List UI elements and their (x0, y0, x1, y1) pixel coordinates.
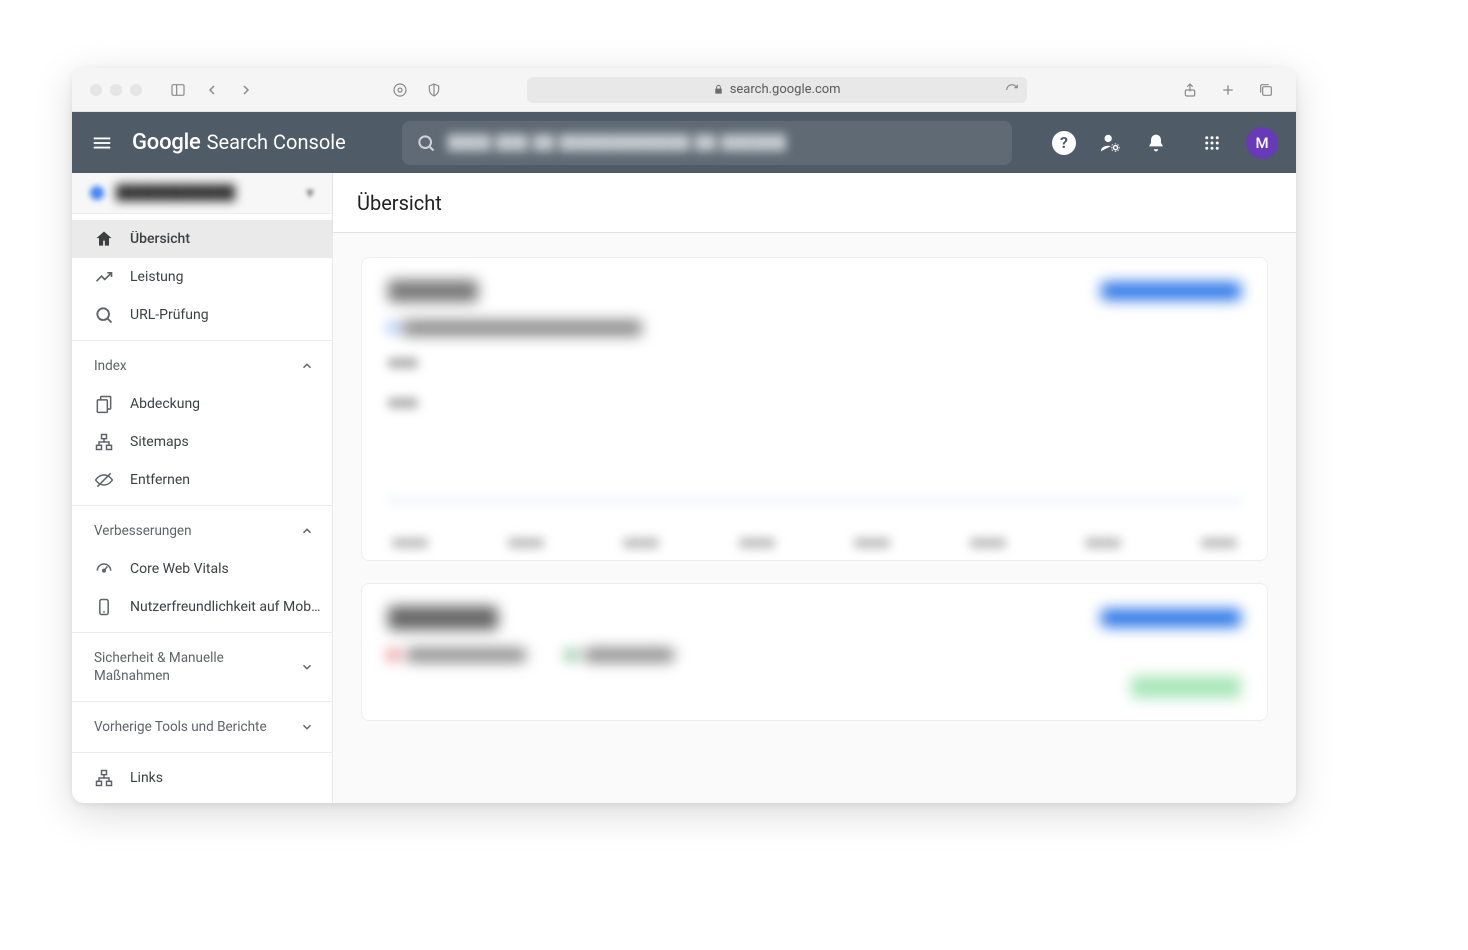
performance-card-blurred (361, 257, 1268, 561)
sitemap-icon (94, 432, 114, 452)
privacy-report-icon[interactable] (388, 78, 412, 102)
help-icon[interactable]: ? (1052, 131, 1076, 155)
sidebar-item-label: Links (130, 770, 322, 786)
google-wordmark: Google (132, 130, 201, 155)
product-name: Search Console (207, 130, 346, 154)
sidebar-item-links[interactable]: Links (72, 759, 332, 797)
search-placeholder-blurred: ████ ███ ██ ████████████ ██ ██████ (448, 134, 787, 151)
chevron-down-icon (300, 720, 314, 734)
sidebar: ████████████ ▾ Übersicht (72, 173, 333, 803)
tabs-overview-icon[interactable] (1254, 78, 1278, 102)
apps-grid-icon[interactable] (1200, 131, 1224, 155)
sidebar-item-label: Übersicht (130, 231, 322, 247)
property-name-blurred: ████████████ (116, 184, 294, 201)
page-title-bar: Übersicht (333, 173, 1296, 233)
sidebar-item-label: Leistung (130, 269, 322, 285)
nav-heading-index[interactable]: Index (72, 347, 332, 385)
sidebar-item-label: Sitemaps (130, 434, 322, 450)
close-window-icon[interactable] (90, 84, 102, 96)
sidebar-item-url-inspection[interactable]: URL-Prüfung (72, 296, 332, 334)
main-content (333, 233, 1296, 803)
card-title-blurred (388, 606, 498, 630)
hidden-icon (94, 470, 114, 490)
nav-section-main: Übersicht Leistung URL-Prü (72, 214, 332, 341)
url-inspect-search[interactable]: ████ ███ ██ ████████████ ██ ██████ (402, 121, 1012, 165)
browser-window: search.google.com (72, 68, 1296, 803)
page-title: Übersicht (357, 191, 442, 215)
card-link-blurred[interactable] (1101, 609, 1241, 627)
coverage-card-blurred (361, 583, 1268, 721)
nav-section-links: Links (72, 753, 332, 803)
search-icon (94, 305, 114, 325)
sidebar-item-label: Abdeckung (130, 396, 322, 412)
pages-icon (94, 394, 114, 414)
sidebar-item-coverage[interactable]: Abdeckung (72, 385, 332, 423)
url-text: search.google.com (730, 82, 841, 97)
new-tab-icon[interactable] (1216, 78, 1240, 102)
address-bar[interactable]: search.google.com (527, 77, 1027, 103)
share-icon[interactable] (1178, 78, 1202, 102)
nav-section-legacy: Vorherige Tools und Berichte (72, 702, 332, 753)
stat-valid-blurred (566, 648, 674, 662)
forward-button-icon[interactable] (234, 78, 258, 102)
window-controls[interactable] (90, 84, 142, 96)
maximize-window-icon[interactable] (130, 84, 142, 96)
sidebar-item-core-web-vitals[interactable]: Core Web Vitals (72, 550, 332, 588)
sidebar-item-label: URL-Prüfung (130, 307, 322, 323)
account-avatar[interactable]: M (1246, 127, 1278, 159)
sidebar-item-mobile-usability[interactable]: Nutzerfreundlichkeit auf Mobil… (72, 588, 332, 626)
nav-section-index: Index Abdeckung (72, 341, 332, 506)
dropdown-caret-icon: ▾ (306, 183, 314, 202)
sidebar-toggle-icon[interactable] (166, 78, 190, 102)
lock-icon (713, 84, 724, 95)
nav-section-security: Sicherheit & Manuelle Maßnahmen (72, 633, 332, 702)
chevron-down-icon (300, 660, 314, 674)
shield-icon[interactable] (422, 78, 446, 102)
nav-heading-enhancements[interactable]: Verbesserungen (72, 512, 332, 550)
speed-icon (94, 559, 114, 579)
product-logo[interactable]: Google Search Console (132, 130, 346, 155)
links-icon (94, 768, 114, 788)
chevron-up-icon (300, 359, 314, 373)
mobile-icon (94, 597, 114, 617)
back-button-icon[interactable] (200, 78, 224, 102)
app-header: Google Search Console ████ ███ ██ ██████… (72, 112, 1296, 173)
nav-section-enhancements: Verbesserungen Core Web Vitals (72, 506, 332, 633)
sidebar-item-label: Entfernen (130, 472, 322, 488)
nav-heading-legacy[interactable]: Vorherige Tools und Berichte (72, 708, 332, 746)
card-title-blurred (388, 280, 478, 302)
chevron-up-icon (300, 524, 314, 538)
menu-icon[interactable] (90, 131, 114, 155)
card-link-blurred[interactable] (1101, 282, 1241, 300)
nav-heading-security[interactable]: Sicherheit & Manuelle Maßnahmen (72, 639, 332, 695)
sidebar-item-sitemaps[interactable]: Sitemaps (72, 423, 332, 461)
property-selector[interactable]: ████████████ ▾ (72, 173, 332, 214)
sidebar-item-overview[interactable]: Übersicht (72, 220, 332, 258)
chart-blurred (388, 358, 1241, 538)
search-icon (416, 133, 436, 153)
sidebar-item-performance[interactable]: Leistung (72, 258, 332, 296)
sidebar-item-label: Nutzerfreundlichkeit auf Mobil… (130, 599, 322, 615)
sidebar-item-removals[interactable]: Entfernen (72, 461, 332, 499)
badge-blurred (1131, 676, 1241, 698)
home-icon (94, 229, 114, 249)
trending-icon (94, 267, 114, 287)
user-settings-icon[interactable] (1098, 131, 1122, 155)
main-area: Übersicht (333, 173, 1296, 803)
property-favicon (90, 186, 104, 200)
card-metric-blurred (402, 320, 642, 336)
minimize-window-icon[interactable] (110, 84, 122, 96)
sidebar-item-label: Core Web Vitals (130, 561, 322, 577)
browser-chrome: search.google.com (72, 68, 1296, 112)
stat-error-blurred (388, 648, 526, 662)
reload-icon[interactable] (1005, 83, 1019, 97)
notifications-icon[interactable] (1144, 131, 1168, 155)
app-root: Google Search Console ████ ███ ██ ██████… (72, 112, 1296, 803)
